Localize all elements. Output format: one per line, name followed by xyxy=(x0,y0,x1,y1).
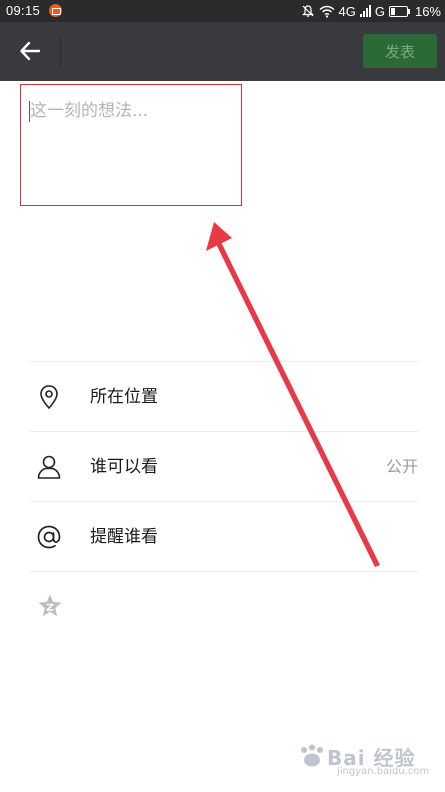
option-visibility-label: 谁可以看 xyxy=(90,457,158,477)
watermark: Bai 经验 jingyan.baidu.com xyxy=(297,742,430,782)
title-bar: 发表 xyxy=(0,22,445,81)
title-divider xyxy=(60,36,61,68)
location-pin-icon xyxy=(36,384,62,410)
carrier-network: G xyxy=(374,3,385,19)
paw-logo-icon xyxy=(301,744,323,767)
signal-icon xyxy=(359,5,371,17)
back-button[interactable] xyxy=(8,31,52,71)
muted-bell-icon xyxy=(301,5,314,17)
status-time: 09:15 xyxy=(6,3,41,18)
option-mention-label: 提醒谁看 xyxy=(90,527,158,547)
thought-input[interactable] xyxy=(30,96,410,186)
person-icon xyxy=(36,454,62,480)
annotation-arrow-head xyxy=(206,222,232,251)
at-sign-icon xyxy=(36,524,62,550)
option-visibility[interactable]: 谁可以看 公开 xyxy=(30,431,418,501)
battery-level: 16% xyxy=(414,3,441,19)
extra-option-row[interactable] xyxy=(30,582,418,630)
status-bar: 09:15 4G G 16% xyxy=(0,0,445,22)
option-visibility-value: 公开 xyxy=(385,457,418,476)
option-location[interactable]: 所在位置 xyxy=(30,361,418,431)
watermark-url: jingyan.baidu.com xyxy=(337,766,430,777)
wifi-icon xyxy=(319,5,334,18)
options-list: 所在位置 谁可以看 公开 提醒谁看 xyxy=(30,361,418,572)
option-location-label: 所在位置 xyxy=(90,387,158,407)
status-indicators: 4G G 16% xyxy=(301,2,441,20)
text-caret xyxy=(29,101,30,122)
arrow-left-icon xyxy=(20,41,41,61)
battery-icon xyxy=(388,5,410,17)
option-mention[interactable]: 提醒谁看 xyxy=(30,501,418,572)
star-icon xyxy=(38,594,62,617)
network-type: 4G xyxy=(338,3,356,19)
post-button[interactable]: 发表 xyxy=(363,34,437,68)
notification-app-icon xyxy=(49,4,62,17)
